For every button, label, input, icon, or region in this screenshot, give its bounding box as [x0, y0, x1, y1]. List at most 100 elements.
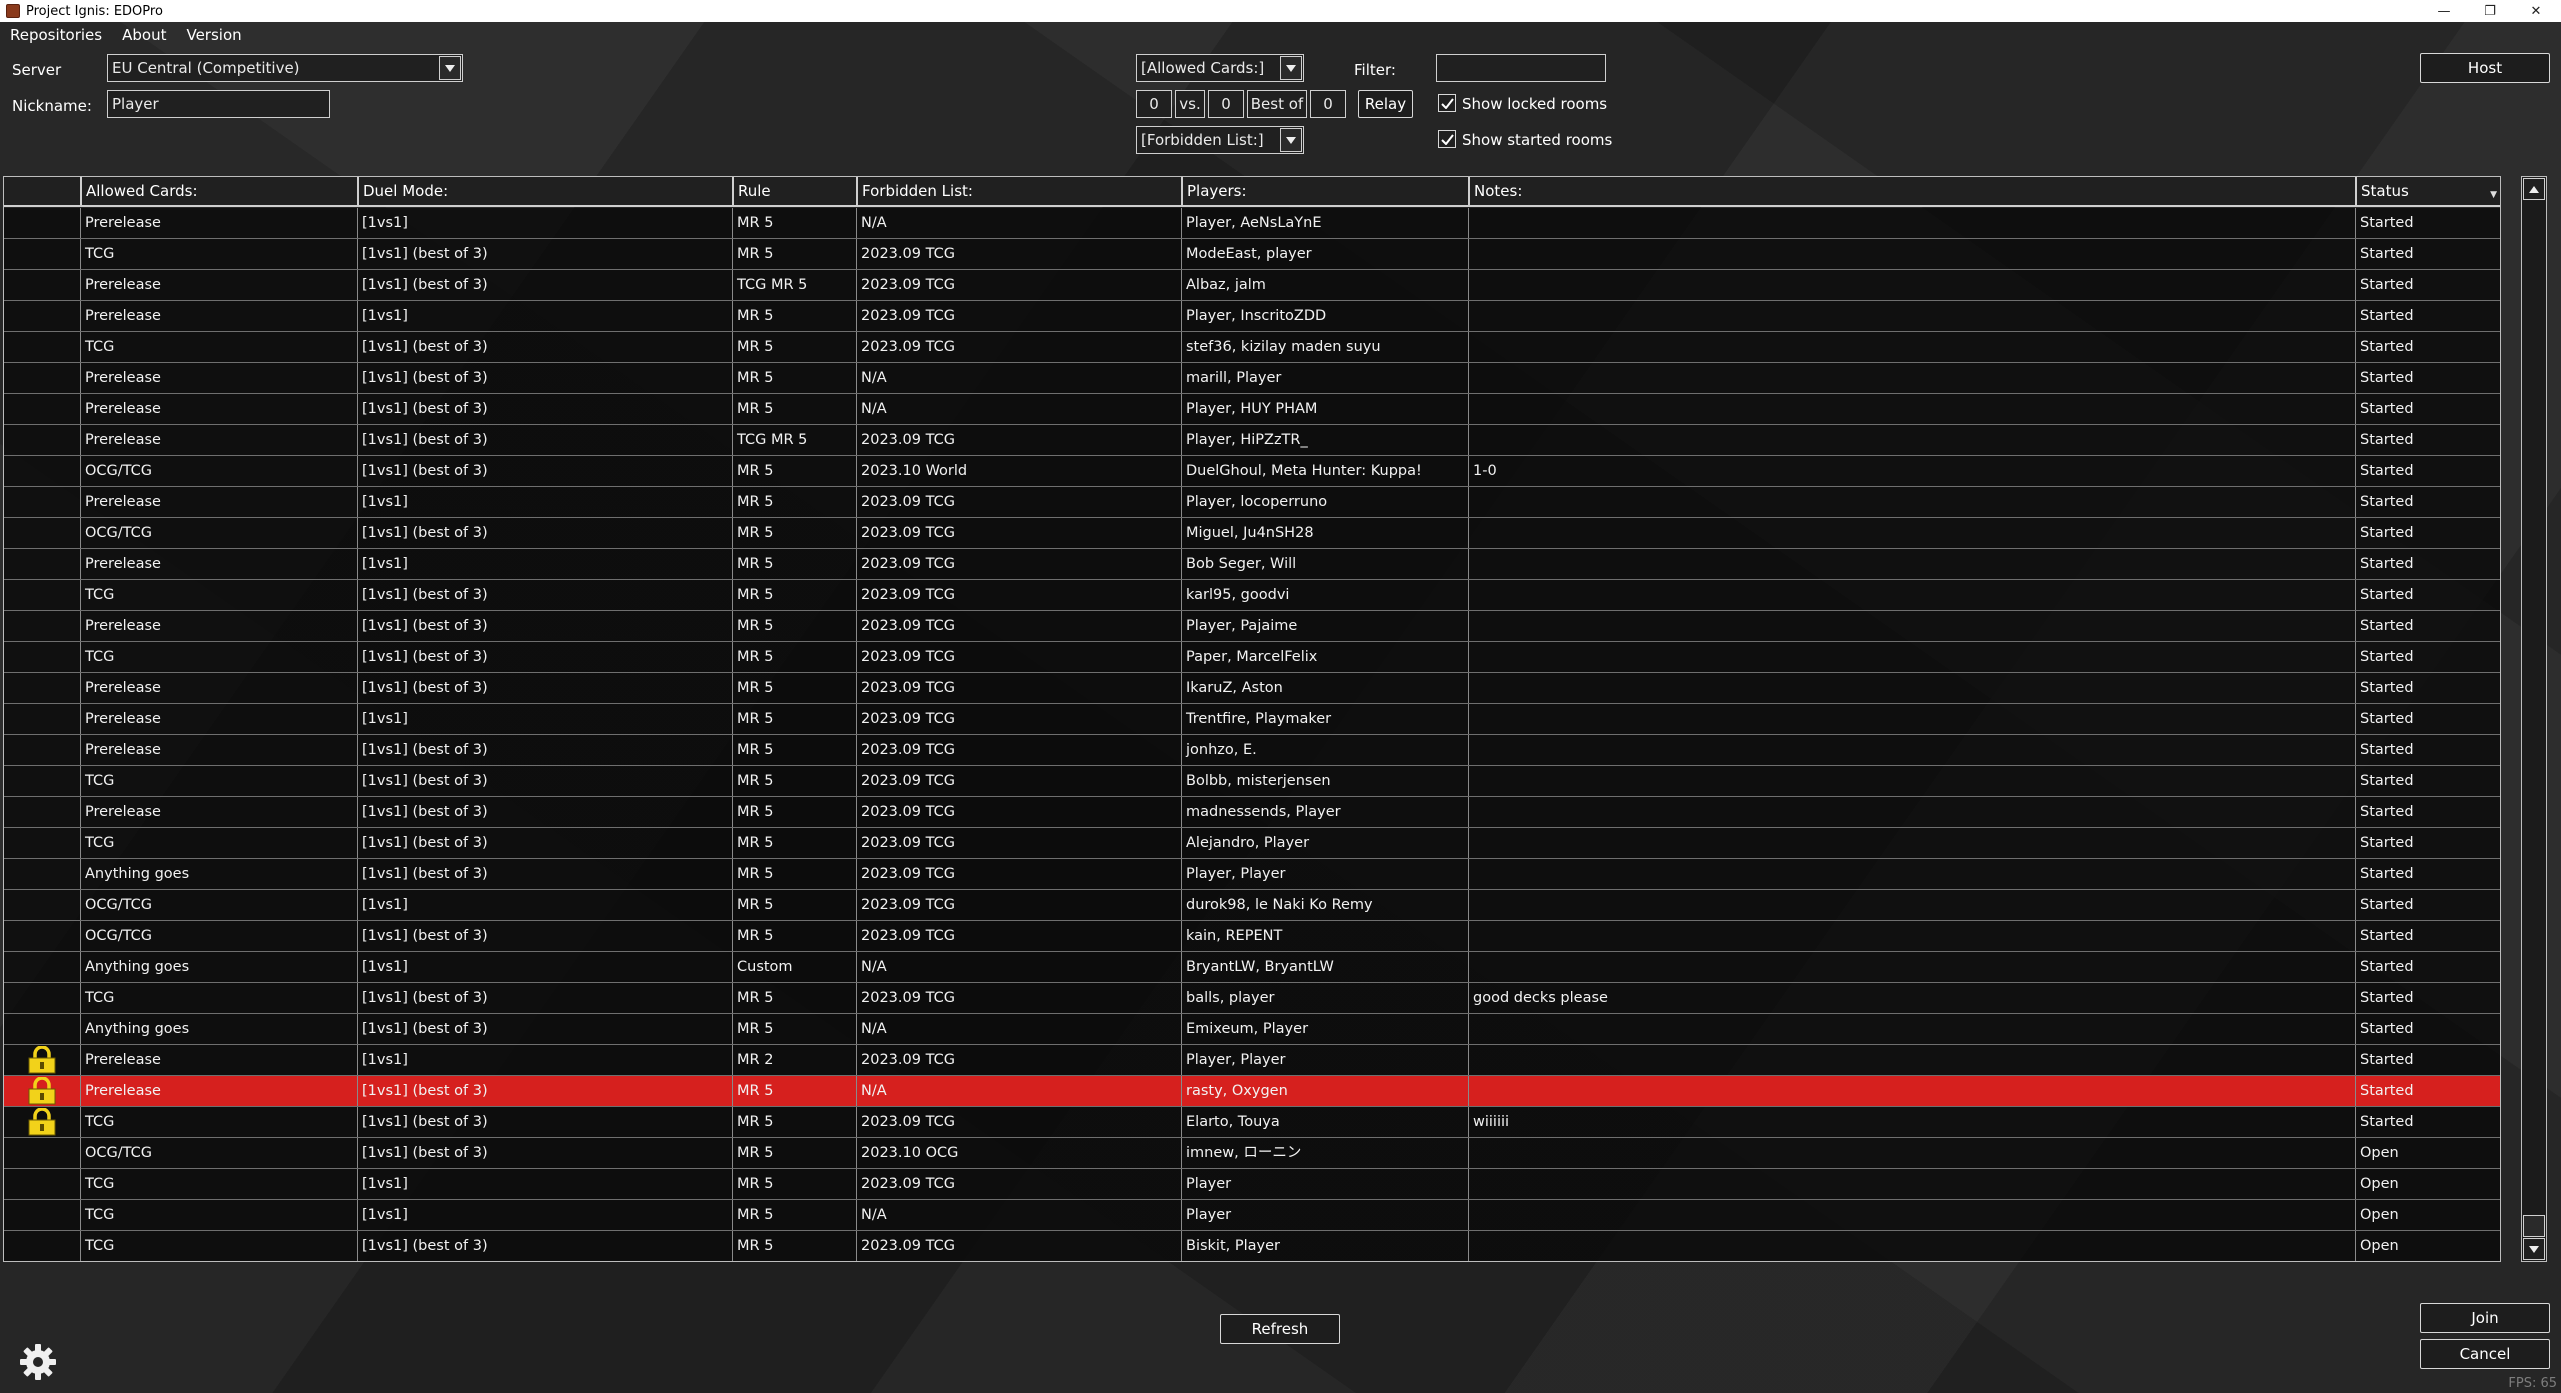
cell-allowed-cards: TCG	[80, 1200, 357, 1230]
forbidden-list-select[interactable]: [Forbidden List:]	[1136, 126, 1304, 154]
show-started-rooms-checkbox[interactable]	[1438, 130, 1456, 148]
close-button[interactable]: ✕	[2513, 0, 2559, 22]
column-header-forbidden-list[interactable]: Forbidden List:	[856, 177, 1181, 205]
cell-players: Player, Pajaime	[1181, 611, 1468, 641]
table-row[interactable]: TCG [1vs1] (best of 3) MR 5 2023.09 TCG Bolb…	[4, 766, 2500, 797]
table-header: Allowed Cards: Duel Mode: Rule Forbidden…	[4, 177, 2500, 207]
column-header-status[interactable]: Status ▼	[2355, 177, 2500, 205]
vertical-scrollbar[interactable]	[2521, 176, 2547, 1262]
cell-players: balls, player	[1181, 983, 1468, 1013]
table-row[interactable]: TCG [1vs1] MR 5 2023.09 TCG Player Open	[4, 1169, 2500, 1200]
relay-button[interactable]: Relay	[1358, 90, 1413, 118]
table-row[interactable]: Prerelease [1vs1] (best of 3) MR 5 2023.09 …	[4, 673, 2500, 704]
scrollbar-thumb[interactable]	[2523, 1215, 2545, 1237]
table-row[interactable]: TCG [1vs1] (best of 3) MR 5 2023.09 TCG Pape…	[4, 642, 2500, 673]
cancel-button[interactable]: Cancel	[2420, 1339, 2550, 1369]
cell-status: Started	[2355, 859, 2500, 889]
table-row[interactable]: OCG/TCG [1vs1] (best of 3) MR 5 2023.09 TCG…	[4, 518, 2500, 549]
table-row[interactable]: Prerelease [1vs1] (best of 3) MR 5 2023.09 …	[4, 611, 2500, 642]
menu-version[interactable]: Version	[176, 22, 251, 46]
allowed-cards-select[interactable]: [Allowed Cards:]	[1136, 54, 1304, 82]
cell-notes	[1468, 239, 2355, 269]
table-row[interactable]: Prerelease [1vs1] (best of 3) MR 5 N/A Playe…	[4, 394, 2500, 425]
cell-forbidden-list: 2023.09 TCG	[856, 642, 1181, 672]
table-row[interactable]: TCG [1vs1] (best of 3) MR 5 2023.09 TCG Elar…	[4, 1107, 2500, 1138]
nickname-input[interactable]: Player	[107, 90, 330, 118]
chevron-down-icon[interactable]	[1280, 56, 1302, 80]
cell-duel-mode: [1vs1] (best of 3)	[357, 983, 732, 1013]
cell-players: jonhzo, E.	[1181, 735, 1468, 765]
table-row[interactable]: TCG [1vs1] (best of 3) MR 5 2023.09 TCG karl…	[4, 580, 2500, 611]
table-row[interactable]: Prerelease [1vs1] (best of 3) TCG MR 5 2023…	[4, 425, 2500, 456]
cell-lock	[4, 363, 80, 393]
table-row[interactable]: OCG/TCG [1vs1] (best of 3) MR 5 2023.09 TCG…	[4, 921, 2500, 952]
team1-count-input[interactable]: 0	[1136, 90, 1172, 118]
table-row[interactable]: TCG [1vs1] (best of 3) MR 5 2023.09 TCG Bisk…	[4, 1231, 2500, 1261]
table-row[interactable]: Prerelease [1vs1] MR 5 2023.09 TCG Player, l…	[4, 487, 2500, 518]
cell-duel-mode: [1vs1] (best of 3)	[357, 1014, 732, 1044]
table-row[interactable]: Prerelease [1vs1] MR 5 2023.09 TCG Trentfire…	[4, 704, 2500, 735]
table-row[interactable]: TCG [1vs1] (best of 3) MR 5 2023.09 TCG Mode…	[4, 239, 2500, 270]
cell-forbidden-list: 2023.09 TCG	[856, 890, 1181, 920]
table-row[interactable]: Prerelease [1vs1] (best of 3) MR 5 2023.09 …	[4, 735, 2500, 766]
table-row[interactable]: TCG [1vs1] (best of 3) MR 5 2023.09 TCG Alej…	[4, 828, 2500, 859]
cell-notes	[1468, 859, 2355, 889]
host-button[interactable]: Host	[2420, 53, 2550, 83]
cell-rule: MR 5	[732, 766, 856, 796]
menu-about[interactable]: About	[112, 22, 176, 46]
table-row[interactable]: Anything goes [1vs1] Custom N/A BryantLW, Br…	[4, 952, 2500, 983]
minimize-button[interactable]: —	[2421, 0, 2467, 22]
table-row[interactable]: TCG [1vs1] MR 5 N/A Player Open	[4, 1200, 2500, 1231]
join-button[interactable]: Join	[2420, 1303, 2550, 1333]
cell-duel-mode: [1vs1] (best of 3)	[357, 270, 732, 300]
cell-notes	[1468, 332, 2355, 362]
cell-forbidden-list: 2023.09 TCG	[856, 983, 1181, 1013]
cell-forbidden-list: 2023.09 TCG	[856, 797, 1181, 827]
menu-repositories[interactable]: Repositories	[0, 22, 112, 46]
refresh-button[interactable]: Refresh	[1220, 1314, 1340, 1344]
cell-notes	[1468, 518, 2355, 548]
cell-forbidden-list: 2023.09 TCG	[856, 1045, 1181, 1075]
table-row[interactable]: TCG [1vs1] (best of 3) MR 5 2023.09 TCG ball…	[4, 983, 2500, 1014]
cell-forbidden-list: 2023.09 TCG	[856, 921, 1181, 951]
column-header-notes[interactable]: Notes:	[1468, 177, 2355, 205]
cell-lock	[4, 828, 80, 858]
server-select[interactable]: EU Central (Competitive)	[107, 54, 463, 82]
column-header-allowed-cards[interactable]: Allowed Cards:	[80, 177, 357, 205]
table-row[interactable]: Prerelease [1vs1] (best of 3) MR 5 2023.09 …	[4, 797, 2500, 828]
best-of-input[interactable]: 0	[1310, 90, 1346, 118]
chevron-down-icon[interactable]	[439, 56, 461, 80]
cell-players: stef36, kizilay maden suyu	[1181, 332, 1468, 362]
table-row[interactable]: OCG/TCG [1vs1] MR 5 2023.09 TCG durok98, le …	[4, 890, 2500, 921]
table-row[interactable]: Anything goes [1vs1] (best of 3) MR 5 N/A Em…	[4, 1014, 2500, 1045]
column-header-duel-mode[interactable]: Duel Mode:	[357, 177, 732, 205]
column-header-rule[interactable]: Rule	[732, 177, 856, 205]
cell-forbidden-list: 2023.09 TCG	[856, 704, 1181, 734]
table-row[interactable]: Anything goes [1vs1] (best of 3) MR 5 2023.…	[4, 859, 2500, 890]
cell-allowed-cards: TCG	[80, 642, 357, 672]
column-header-lock[interactable]	[4, 177, 80, 205]
cell-lock	[4, 983, 80, 1013]
scroll-up-arrow-icon[interactable]	[2523, 178, 2545, 200]
cell-allowed-cards: Prerelease	[80, 270, 357, 300]
table-row[interactable]: OCG/TCG [1vs1] (best of 3) MR 5 2023.10 OCG…	[4, 1138, 2500, 1169]
maximize-button[interactable]: ❐	[2467, 0, 2513, 22]
chevron-down-icon[interactable]	[1280, 128, 1302, 152]
table-row[interactable]: Prerelease [1vs1] (best of 3) TCG MR 5 2023…	[4, 270, 2500, 301]
table-row[interactable]: Prerelease [1vs1] MR 5 N/A Player, AeNsLaYnE…	[4, 208, 2500, 239]
cell-notes	[1468, 921, 2355, 951]
column-header-players[interactable]: Players:	[1181, 177, 1468, 205]
show-locked-rooms-checkbox[interactable]	[1438, 94, 1456, 112]
table-row[interactable]: Prerelease [1vs1] MR 2 2023.09 TCG Player, P…	[4, 1045, 2500, 1076]
table-row[interactable]: Prerelease [1vs1] MR 5 2023.09 TCG Bob Seger…	[4, 549, 2500, 580]
table-row[interactable]: Prerelease [1vs1] (best of 3) MR 5 N/A maril…	[4, 363, 2500, 394]
team2-count-input[interactable]: 0	[1208, 90, 1244, 118]
cell-rule: MR 5	[732, 487, 856, 517]
filter-input[interactable]	[1436, 54, 1606, 82]
table-row[interactable]: Prerelease [1vs1] MR 5 2023.09 TCG Player, I…	[4, 301, 2500, 332]
gear-icon[interactable]	[18, 1342, 58, 1382]
scroll-down-arrow-icon[interactable]	[2523, 1238, 2545, 1260]
table-row[interactable]: Prerelease [1vs1] (best of 3) MR 5 N/A rasty…	[4, 1076, 2500, 1107]
table-row[interactable]: OCG/TCG [1vs1] (best of 3) MR 5 2023.10 Wor…	[4, 456, 2500, 487]
table-row[interactable]: TCG [1vs1] (best of 3) MR 5 2023.09 TCG stef…	[4, 332, 2500, 363]
